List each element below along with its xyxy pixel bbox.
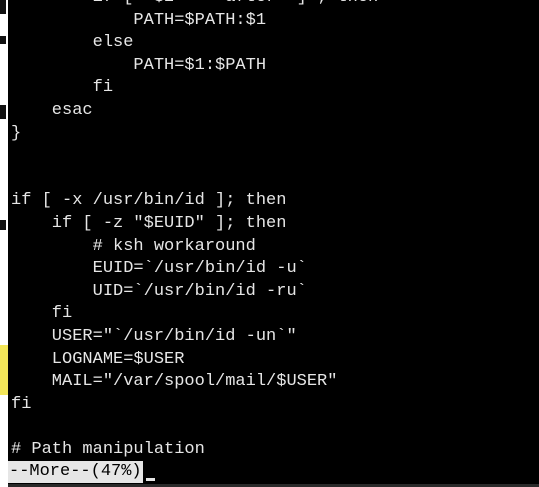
desktop-icon-fragment: [0, 0, 6, 14]
terminal-line: fi: [11, 304, 73, 324]
desktop-background-strip: [0, 0, 8, 487]
terminal-line: }: [11, 123, 22, 143]
pager-status-bar[interactable]: --More--(47%): [8, 461, 155, 483]
terminal-line: LOGNAME=$USER: [11, 349, 185, 369]
desktop-icon-fragment: [0, 220, 6, 230]
terminal-output: if [ "$2" = "after" ] ; then PATH=$PATH:…: [11, 0, 378, 461]
terminal-line: esac: [11, 100, 93, 120]
terminal-line: UID=`/usr/bin/id -ru`: [11, 281, 307, 301]
terminal-line: PATH=$PATH:$1: [11, 10, 267, 30]
terminal-line: fi: [11, 394, 32, 414]
terminal-line: # ksh workaround: [11, 236, 256, 256]
terminal-line: if [ -z "$EUID" ]; then: [11, 213, 287, 233]
terminal-window[interactable]: if [ "$2" = "after" ] ; then PATH=$PATH:…: [8, 0, 539, 487]
terminal-line: else: [11, 33, 134, 53]
more-prompt: --More--(47%): [8, 461, 143, 483]
desktop-folder-fragment: [0, 345, 8, 395]
terminal-line: # Path manipulation: [11, 439, 205, 459]
terminal-line: EUID=`/usr/bin/id -u`: [11, 259, 307, 279]
terminal-line: PATH=$1:$PATH: [11, 55, 267, 75]
terminal-line: MAIL="/var/spool/mail/$USER": [11, 372, 338, 392]
terminal-line: USER="`/usr/bin/id -un`": [11, 326, 297, 346]
desktop-icon-fragment: [0, 36, 6, 44]
terminal-line: if [ "$2" = "after" ] ; then: [11, 0, 379, 10]
terminal-line: if [ -x /usr/bin/id ]; then: [11, 191, 287, 211]
text-cursor: [145, 478, 155, 481]
terminal-line: fi: [11, 78, 114, 98]
desktop-icon-fragment: [0, 105, 6, 119]
